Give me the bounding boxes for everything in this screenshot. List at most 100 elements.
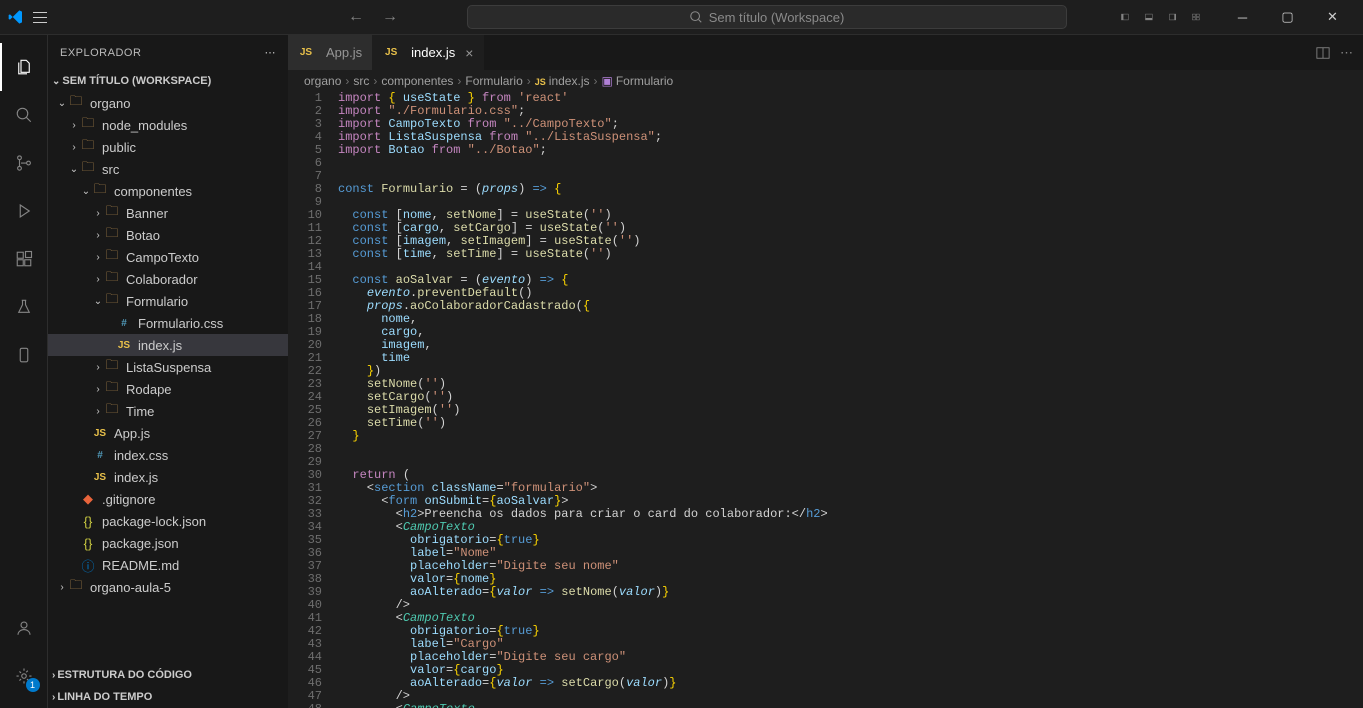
search-placeholder: Sem título (Workspace) — [709, 10, 845, 25]
code-editor[interactable]: 1234567891011121314151617181920212223242… — [288, 92, 1363, 708]
device-icon — [15, 346, 33, 364]
activity-bar: 1 — [0, 35, 48, 708]
tree-item[interactable]: ◆.gitignore — [48, 488, 288, 510]
tree-item-label: organo — [90, 96, 130, 111]
tree-item[interactable]: ⓘREADME.md — [48, 554, 288, 576]
tree-item[interactable]: ›🗀Botao — [48, 224, 288, 246]
editor-tab[interactable]: JS App.js — [288, 35, 373, 70]
line-gutter: 1234567891011121314151617181920212223242… — [288, 92, 338, 708]
close-icon[interactable]: × — [465, 45, 473, 61]
tree-item-label: componentes — [114, 184, 192, 199]
workspace-header[interactable]: ⌄ SEM TÍTULO (WORKSPACE) — [48, 70, 288, 92]
tree-item-label: package.json — [102, 536, 179, 551]
tree-item-label: Botao — [126, 228, 160, 243]
tree-item[interactable]: ›🗀Rodape — [48, 378, 288, 400]
beaker-icon — [15, 298, 33, 316]
extensions-icon — [15, 250, 33, 268]
sidebar-more-icon[interactable]: ⋯ — [265, 46, 277, 59]
activity-device[interactable] — [0, 331, 48, 379]
activity-testing[interactable] — [0, 283, 48, 331]
window-close[interactable]: ✕ — [1310, 0, 1355, 35]
tree-item[interactable]: JSindex.js — [48, 466, 288, 488]
menu-icon[interactable] — [32, 9, 48, 25]
search-icon — [15, 106, 33, 124]
tree-item-label: Banner — [126, 206, 168, 221]
tree-item[interactable]: ›🗀Banner — [48, 202, 288, 224]
settings-badge: 1 — [26, 678, 40, 692]
tree-item-label: README.md — [102, 558, 179, 573]
tab-label: App.js — [326, 45, 362, 60]
layout-customize-icon[interactable] — [1192, 9, 1200, 25]
tree-item[interactable]: ›🗀public — [48, 136, 288, 158]
tree-item-label: index.js — [138, 338, 182, 353]
tree-item[interactable]: ›🗀ListaSuspensa — [48, 356, 288, 378]
outline-label: ESTRUTURA DO CÓDIGO — [57, 669, 192, 681]
tree-item[interactable]: ›🗀organo-aula-5 — [48, 576, 288, 598]
title-bar: ← → Sem título (Workspace) ─ ▢ ✕ — [0, 0, 1363, 35]
outline-header[interactable]: › ESTRUTURA DO CÓDIGO — [48, 664, 288, 686]
tree-item[interactable]: ⌄🗀src — [48, 158, 288, 180]
js-file-icon: JS — [298, 45, 314, 61]
vscode-logo-icon — [8, 9, 24, 25]
activity-explorer[interactable] — [0, 43, 48, 91]
tree-item-label: index.css — [114, 448, 168, 463]
file-tree: ⌄🗀organo›🗀node_modules›🗀public⌄🗀src⌄🗀com… — [48, 92, 288, 664]
tree-item[interactable]: ⌄🗀organo — [48, 92, 288, 114]
timeline-header[interactable]: › LINHA DO TEMPO — [48, 686, 288, 708]
tab-label: index.js — [411, 45, 455, 60]
account-icon — [15, 619, 33, 637]
activity-settings[interactable]: 1 — [0, 652, 48, 700]
breadcrumb-segment[interactable]: ▣Formulario — [601, 74, 673, 88]
tree-item[interactable]: ›🗀CampoTexto — [48, 246, 288, 268]
breadcrumb-segment[interactable]: organo — [304, 74, 341, 88]
nav-forward-icon[interactable]: → — [382, 8, 398, 26]
debug-icon — [15, 202, 33, 220]
activity-debug[interactable] — [0, 187, 48, 235]
tree-item-label: index.js — [114, 470, 158, 485]
tree-item[interactable]: {}package.json — [48, 532, 288, 554]
layout-sidebar-left-icon[interactable] — [1121, 9, 1129, 25]
activity-extensions[interactable] — [0, 235, 48, 283]
tree-item-label: .gitignore — [102, 492, 155, 507]
editor-area: JSApp.jsJSindex.js× ⋯ organo›src›compone… — [288, 35, 1363, 708]
activity-account[interactable] — [0, 604, 48, 652]
tree-item-label: Rodape — [126, 382, 172, 397]
js-file-icon: JS — [383, 45, 399, 61]
tree-item-label: public — [102, 140, 136, 155]
window-minimize[interactable]: ─ — [1220, 0, 1265, 35]
activity-search[interactable] — [0, 91, 48, 139]
workspace-label: SEM TÍTULO (WORKSPACE) — [62, 75, 211, 87]
window-maximize[interactable]: ▢ — [1265, 0, 1310, 35]
tree-item[interactable]: JSApp.js — [48, 422, 288, 444]
tree-item[interactable]: ⌄🗀Formulario — [48, 290, 288, 312]
command-center[interactable]: Sem título (Workspace) — [467, 5, 1067, 29]
tree-item[interactable]: ›🗀node_modules — [48, 114, 288, 136]
breadcrumb[interactable]: organo›src›componentes›Formulario›JSinde… — [288, 70, 1363, 92]
tree-item[interactable]: ›🗀Time — [48, 400, 288, 422]
editor-tab[interactable]: JS index.js × — [373, 35, 484, 70]
activity-source-control[interactable] — [0, 139, 48, 187]
breadcrumb-segment[interactable]: componentes — [381, 74, 453, 88]
split-editor-icon[interactable] — [1316, 46, 1330, 60]
tree-item[interactable]: ⌄🗀componentes — [48, 180, 288, 202]
tree-item[interactable]: #Formulario.css — [48, 312, 288, 334]
tree-item-label: node_modules — [102, 118, 187, 133]
tree-item[interactable]: {}package-lock.json — [48, 510, 288, 532]
layout-sidebar-right-icon[interactable] — [1169, 9, 1177, 25]
tree-item[interactable]: ›🗀Colaborador — [48, 268, 288, 290]
timeline-label: LINHA DO TEMPO — [57, 691, 152, 703]
tree-item-label: src — [102, 162, 119, 177]
code-content[interactable]: import { useState } from 'react'import "… — [338, 92, 1363, 708]
tree-item[interactable]: JSindex.js — [48, 334, 288, 356]
tabs-bar: JS App.js JS index.js × ⋯ — [288, 35, 1363, 70]
tree-item-label: Formulario — [126, 294, 188, 309]
breadcrumb-segment[interactable]: src — [353, 74, 369, 88]
tree-item[interactable]: #index.css — [48, 444, 288, 466]
tree-item-label: App.js — [114, 426, 150, 441]
breadcrumb-segment[interactable]: JSindex.js — [535, 74, 590, 88]
breadcrumb-segment[interactable]: Formulario — [465, 74, 522, 88]
search-icon — [689, 10, 703, 24]
nav-back-icon[interactable]: ← — [348, 8, 364, 26]
layout-panel-icon[interactable] — [1145, 9, 1153, 25]
tab-more-icon[interactable]: ⋯ — [1340, 45, 1353, 61]
